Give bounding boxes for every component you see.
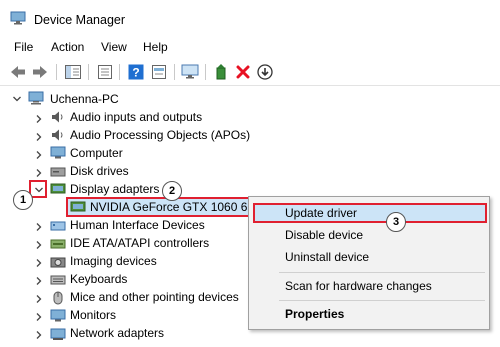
computer-icon	[28, 91, 44, 105]
chevron-right-icon[interactable]	[34, 114, 44, 124]
chevron-right-icon[interactable]	[34, 132, 44, 142]
menu-separator	[279, 300, 485, 301]
toolbar-separator	[56, 64, 57, 80]
tree-item-nvidia-gpu[interactable]: NVIDIA GeForce GTX 1060 6GB	[90, 200, 265, 214]
menu-disable-device[interactable]: Disable device	[285, 228, 363, 242]
toolbar-separator	[88, 64, 89, 80]
display-adapter-icon	[70, 201, 86, 212]
tree-item-ide-ata[interactable]: IDE ATA/ATAPI controllers	[70, 236, 209, 250]
forward-icon[interactable]	[31, 63, 49, 81]
toolbar-separator	[174, 64, 175, 80]
display-adapter-icon	[50, 183, 66, 194]
menu-action[interactable]: Action	[51, 40, 84, 54]
update-driver-icon[interactable]	[212, 63, 230, 81]
speaker-icon	[52, 111, 63, 123]
chevron-right-icon[interactable]	[34, 312, 44, 322]
annotation-badge-1: 1	[13, 190, 33, 210]
camera-icon	[50, 257, 66, 268]
tree-root-label[interactable]: Uchenna-PC	[50, 92, 119, 106]
ide-controller-icon	[50, 239, 66, 249]
chevron-down-icon[interactable]	[12, 94, 22, 104]
menu-update-driver[interactable]: Update driver	[285, 206, 357, 220]
monitor-icon	[50, 146, 66, 159]
mouse-icon	[53, 291, 63, 305]
menu-separator	[279, 272, 485, 273]
device-manager-icon	[10, 11, 26, 25]
menu-view[interactable]: View	[101, 40, 127, 54]
window-title: Device Manager	[34, 13, 126, 27]
tree-item-mice[interactable]: Mice and other pointing devices	[70, 290, 239, 304]
disk-drive-icon	[50, 167, 66, 177]
help-icon[interactable]: ?	[127, 63, 145, 81]
back-icon[interactable]	[9, 63, 27, 81]
chevron-right-icon[interactable]	[34, 330, 44, 340]
svg-text:?: ?	[132, 66, 139, 80]
menu-properties[interactable]: Properties	[285, 307, 344, 321]
annotation-badge-3: 3	[386, 212, 406, 232]
speaker-icon	[52, 129, 63, 141]
chevron-right-icon[interactable]	[34, 222, 44, 232]
chevron-right-icon[interactable]	[34, 240, 44, 250]
scan-hardware-icon[interactable]	[181, 63, 199, 81]
toolbar-separator	[205, 64, 206, 80]
tree-item-monitors[interactable]: Monitors	[70, 308, 116, 322]
tree-item-network-adapters[interactable]: Network adapters	[70, 326, 164, 340]
monitor-icon	[50, 309, 66, 322]
tree-item-keyboards[interactable]: Keyboards	[70, 272, 127, 286]
hid-icon	[50, 221, 66, 231]
menu-help[interactable]: Help	[143, 40, 168, 54]
show-hidden-icon[interactable]	[150, 63, 168, 81]
tree-item-disk-drives[interactable]: Disk drives	[70, 164, 129, 178]
toolbar-separator	[119, 64, 120, 80]
uninstall-icon[interactable]	[234, 63, 252, 81]
chevron-right-icon[interactable]	[34, 294, 44, 304]
download-icon[interactable]	[256, 63, 274, 81]
network-adapter-icon	[50, 328, 66, 340]
chevron-right-icon[interactable]	[34, 150, 44, 160]
keyboard-icon	[50, 275, 66, 285]
chevron-right-icon[interactable]	[34, 168, 44, 178]
title-bar: Device Manager	[0, 0, 500, 34]
annotation-badge-2: 2	[162, 181, 182, 201]
menu-uninstall-device[interactable]: Uninstall device	[285, 250, 369, 264]
tree-item-display-adapters[interactable]: Display adapters	[70, 182, 159, 196]
menu-file[interactable]: File	[14, 40, 33, 54]
chevron-right-icon[interactable]	[34, 276, 44, 286]
context-menu: Update driver Disable device Uninstall d…	[248, 196, 490, 330]
tree-item-imaging[interactable]: Imaging devices	[70, 254, 157, 268]
tree-item-audio-inputs[interactable]: Audio inputs and outputs	[70, 110, 202, 124]
show-hide-console-tree-icon[interactable]	[64, 63, 82, 81]
tree-item-computer[interactable]: Computer	[70, 146, 123, 160]
properties-icon[interactable]	[96, 63, 114, 81]
chevron-right-icon[interactable]	[34, 258, 44, 268]
tree-item-hid[interactable]: Human Interface Devices	[70, 218, 205, 232]
menu-scan-hardware[interactable]: Scan for hardware changes	[285, 279, 432, 293]
tree-item-apos[interactable]: Audio Processing Objects (APOs)	[70, 128, 250, 142]
